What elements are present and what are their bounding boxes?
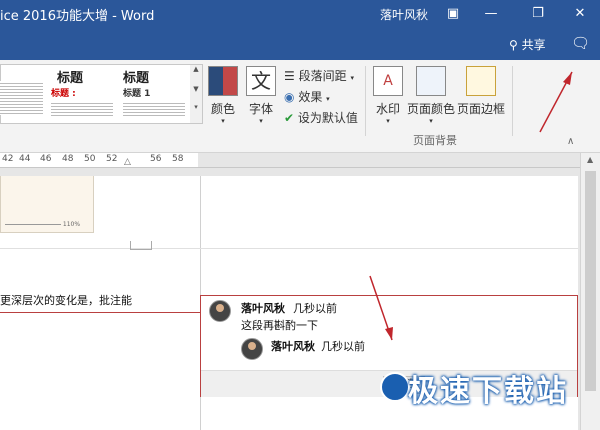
arrow-to-comments-icon bbox=[539, 71, 573, 133]
watermark-logo-icon bbox=[380, 372, 410, 402]
arrow-to-comment-balloon bbox=[369, 275, 393, 341]
site-watermark: 极速下载站 bbox=[408, 374, 568, 409]
